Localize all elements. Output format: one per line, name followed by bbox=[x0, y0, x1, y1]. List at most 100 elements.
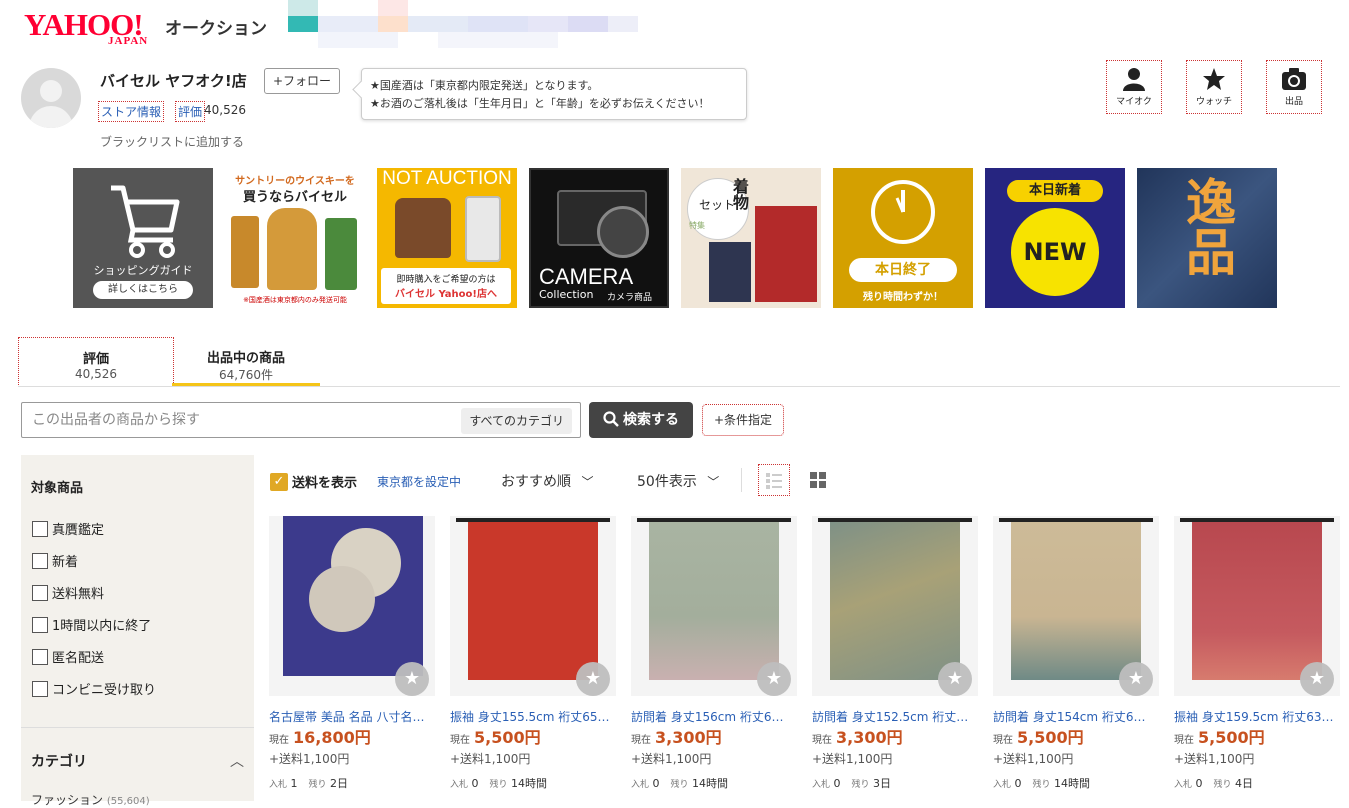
checkbox[interactable] bbox=[32, 616, 48, 633]
banner-new-arrival[interactable]: 本日新着 NEW bbox=[985, 168, 1125, 308]
watch-star-icon[interactable]: ★ bbox=[1119, 662, 1153, 696]
sidebar-title: 対象商品 bbox=[31, 481, 84, 496]
watch-star-icon[interactable]: ★ bbox=[576, 662, 610, 696]
bids-count: 0 bbox=[471, 777, 479, 790]
product-shipping: +送料1,100円 bbox=[450, 752, 531, 766]
product-image[interactable]: ★ bbox=[631, 516, 797, 696]
watch-star-icon[interactable]: ★ bbox=[757, 662, 791, 696]
banner-new-title: 本日新着 bbox=[1007, 180, 1103, 202]
banner-kimono-tag: 特集 bbox=[689, 221, 705, 230]
checkbox[interactable] bbox=[32, 648, 48, 665]
filter-anonymous[interactable]: 匿名配送 bbox=[32, 647, 104, 666]
category-item-fashion[interactable]: ファッション (55,604) bbox=[31, 791, 150, 808]
kimono-fabric bbox=[468, 522, 598, 680]
tab-rating[interactable]: 評価 40,526 bbox=[18, 337, 174, 387]
product-card[interactable]: ★ 訪問着 身丈152.5cm 裄丈64cm 現在 3,300円 +送料1,100… bbox=[812, 516, 978, 801]
category-title[interactable]: カテゴリ bbox=[31, 751, 87, 771]
tab-rating-label: 評価 bbox=[82, 352, 109, 367]
banner-kimono-title: 着物 bbox=[730, 178, 749, 210]
filter-authenticity[interactable]: 真贋鑑定 bbox=[32, 519, 104, 538]
banner-not-auction-box: 即時購入をご希望の方は バイセル Yahoo!店へ bbox=[381, 268, 511, 304]
checkbox[interactable] bbox=[32, 552, 48, 569]
product-price: 現在 5,500円 bbox=[1174, 724, 1265, 748]
product-shipping: +送料1,100円 bbox=[993, 752, 1074, 766]
chevron-up-icon[interactable]: ︿ bbox=[230, 751, 244, 771]
banner-itsupin[interactable]: 逸品 bbox=[1137, 168, 1277, 308]
store-info-link[interactable]: ストア情報 bbox=[98, 101, 165, 122]
checkbox[interactable] bbox=[32, 680, 48, 697]
product-image[interactable]: ★ bbox=[993, 516, 1159, 696]
bids-count: 1 bbox=[290, 777, 298, 790]
category-select[interactable]: すべてのカテゴリ bbox=[461, 408, 572, 434]
product-card[interactable]: ★ 振袖 身丈159.5cm 裄丈63cm 現在 5,500円 +送料1,100円… bbox=[1174, 516, 1340, 801]
blacklist-link[interactable]: ブラックリストに追加する bbox=[100, 133, 244, 150]
banner-whisky-bottom: ※国産酒は東京都内のみ発送可能 bbox=[243, 296, 347, 304]
price-label: 現在 bbox=[1174, 735, 1194, 746]
list-view-button[interactable] bbox=[758, 464, 790, 496]
follow-button[interactable]: +フォロー bbox=[264, 68, 340, 94]
filter-convenience[interactable]: コンビニ受け取り bbox=[32, 679, 156, 698]
product-card[interactable]: ★ 訪問着 身丈156cm 裄丈62.5cm 現在 3,300円 +送料1,100… bbox=[631, 516, 797, 801]
checkbox[interactable] bbox=[32, 584, 48, 601]
banner-not-auction[interactable]: NOT AUCTION 即時購入をご希望の方は バイセル Yahoo!店へ bbox=[377, 168, 517, 308]
notice-line-1: ★国産酒は「東京都内限定発送」となります。 bbox=[370, 79, 599, 92]
product-meta: 入札 0 残り 14時間 bbox=[993, 775, 1090, 791]
watch-star-icon[interactable]: ★ bbox=[395, 662, 429, 696]
grid-view-button[interactable] bbox=[807, 469, 829, 491]
product-image[interactable]: ★ bbox=[269, 516, 435, 696]
check-icon[interactable]: ✓ bbox=[270, 472, 288, 491]
location-link[interactable]: 東京都を設定中 bbox=[377, 473, 461, 490]
per-page-select[interactable]: 50件表示 ﹀ bbox=[637, 471, 719, 491]
product-title[interactable]: 振袖 身丈155.5cm 裄丈65.5cm bbox=[450, 708, 610, 725]
filter-free-shipping[interactable]: 送料無料 bbox=[32, 583, 104, 602]
product-price: 現在 5,500円 bbox=[993, 724, 1084, 748]
rating-link[interactable]: 評価 bbox=[175, 101, 206, 122]
myauction-label: マイオク bbox=[1116, 97, 1152, 107]
tab-listings[interactable]: 出品中の商品 64,760件 bbox=[172, 337, 320, 387]
product-image[interactable]: ★ bbox=[812, 516, 978, 696]
product-title[interactable]: 名古屋帯 美品 名品 八寸名古屋帯 bbox=[269, 708, 429, 725]
product-image[interactable]: ★ bbox=[450, 516, 616, 696]
banner-itsupin-title: 逸品 bbox=[1178, 176, 1237, 276]
filter-label: 1時間以内に終了 bbox=[52, 619, 152, 634]
product-card[interactable]: ★ 訪問着 身丈154cm 裄丈62.5cm 現在 5,500円 +送料1,100… bbox=[993, 516, 1159, 801]
myauction-button[interactable]: マイオク bbox=[1106, 60, 1162, 114]
search-input[interactable] bbox=[30, 411, 454, 429]
conditions-button[interactable]: +条件指定 bbox=[702, 404, 784, 436]
per-page-label: 50件表示 bbox=[637, 474, 697, 490]
banner-camera[interactable]: CAMERA Collection カメラ商品 bbox=[529, 168, 669, 308]
sort-select[interactable]: おすすめ順 ﹀ bbox=[501, 471, 593, 491]
price-label: 現在 bbox=[631, 735, 651, 746]
filter-ending-hour[interactable]: 1時間以内に終了 bbox=[32, 615, 151, 634]
product-title[interactable]: 訪問着 身丈154cm 裄丈62.5cm bbox=[993, 708, 1153, 725]
product-title[interactable]: 訪問着 身丈156cm 裄丈62.5cm bbox=[631, 708, 791, 725]
banner-shopping-guide[interactable]: ショッピングガイド 詳しくはこちら bbox=[73, 168, 213, 308]
banner-not-auction-line2: バイセル Yahoo!店へ bbox=[395, 289, 497, 300]
price-label: 現在 bbox=[993, 735, 1013, 746]
product-card[interactable]: ★ 名古屋帯 美品 名品 八寸名古屋帯 現在16,800円 +送料1,100円 … bbox=[269, 516, 435, 801]
product-card[interactable]: ★ 振袖 身丈155.5cm 裄丈65.5cm 現在 5,500円 +送料1,10… bbox=[450, 516, 616, 801]
checkbox[interactable] bbox=[32, 520, 48, 537]
product-title[interactable]: 訪問着 身丈152.5cm 裄丈64cm bbox=[812, 708, 972, 725]
show-shipping-toggle[interactable]: ✓ 送料を表示 bbox=[270, 472, 357, 491]
product-image[interactable]: ★ bbox=[1174, 516, 1340, 696]
sell-button[interactable]: 出品 bbox=[1266, 60, 1322, 114]
store-name[interactable]: バイセル ヤフオク!店 bbox=[100, 70, 247, 91]
kimono-image-1 bbox=[709, 242, 751, 302]
kimono-fabric bbox=[1011, 522, 1141, 680]
watch-button[interactable]: ウォッチ bbox=[1186, 60, 1242, 114]
search-icon bbox=[603, 411, 619, 427]
banner-whisky[interactable]: サントリーのウイスキーを 買うならバイセル ※国産酒は東京都内のみ発送可能 bbox=[225, 168, 365, 308]
banner-ending-today[interactable]: 本日終了 残り時間わずか！ bbox=[833, 168, 973, 308]
banner-kimono[interactable]: セット 着物 特集 bbox=[681, 168, 821, 308]
search-button[interactable]: 検索する bbox=[589, 402, 693, 438]
product-price: 現在 16,800円 bbox=[269, 724, 371, 748]
product-title[interactable]: 振袖 身丈159.5cm 裄丈63cm bbox=[1174, 708, 1334, 725]
watch-star-icon[interactable]: ★ bbox=[938, 662, 972, 696]
filter-new[interactable]: 新着 bbox=[32, 551, 78, 570]
price-label: 現在 bbox=[269, 735, 289, 746]
yahoo-logo[interactable]: YAHOO! JAPAN bbox=[24, 9, 164, 50]
watch-star-icon[interactable]: ★ bbox=[1300, 662, 1334, 696]
remain-label: 残り bbox=[851, 780, 870, 790]
tab-divider bbox=[18, 386, 1340, 387]
